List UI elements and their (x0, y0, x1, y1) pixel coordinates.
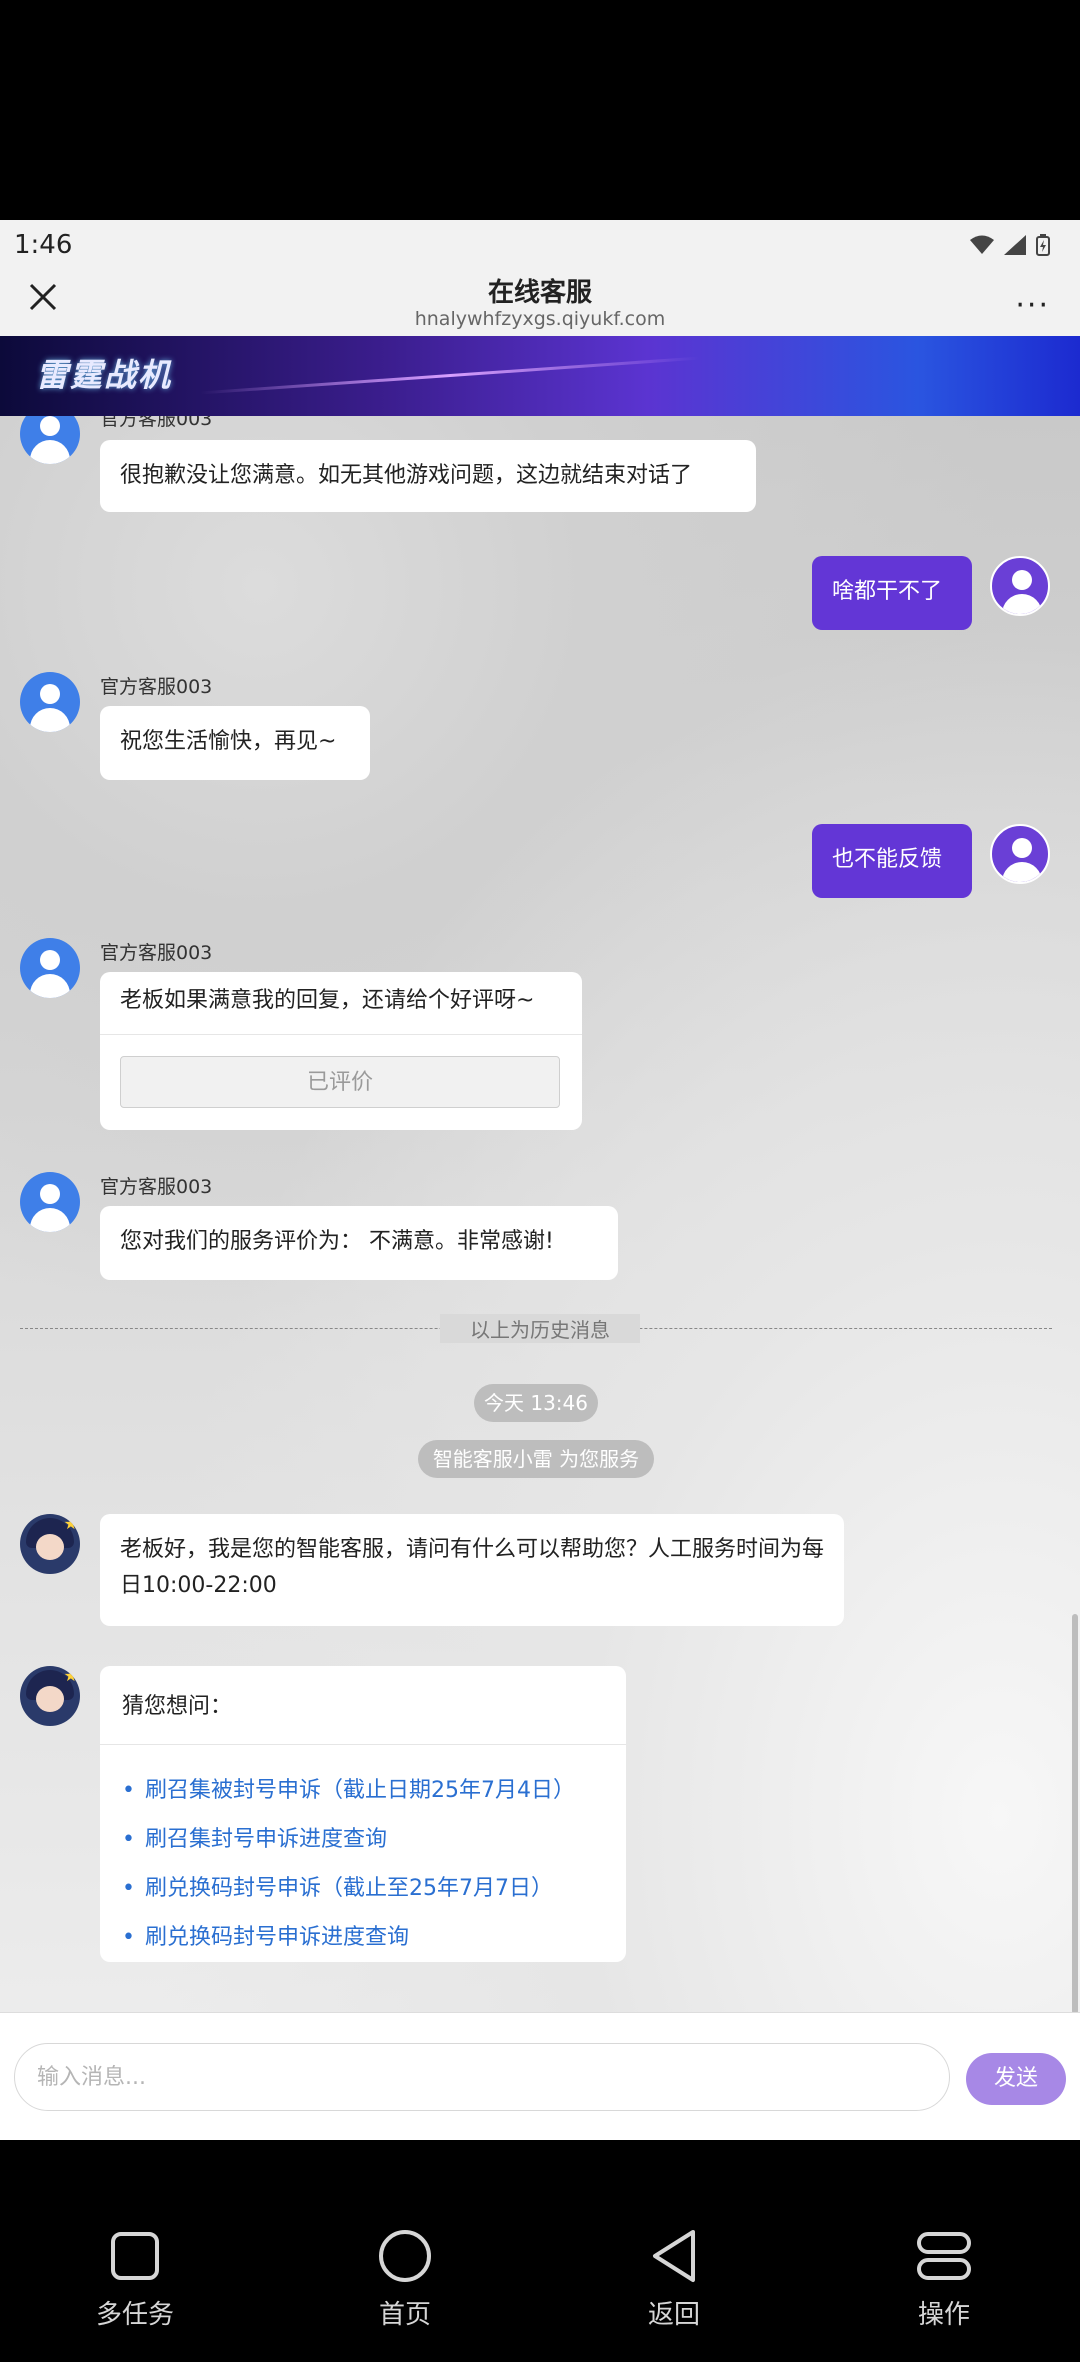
battery-icon (1036, 234, 1050, 256)
agent-avatar (20, 938, 80, 998)
bot-avatar: ★ (20, 1514, 80, 1574)
user-message-bubble: 啥都干不了 (812, 556, 972, 630)
operations-button[interactable]: 操作 (864, 2226, 1024, 2331)
system-nav-bar: 多任务 首页 返回 操作 (0, 2140, 1080, 2362)
banner-light-streak (200, 356, 700, 395)
bot-avatar: ★ (20, 1666, 80, 1726)
suggestion-title: 猜您想问： (122, 1694, 233, 1719)
suggestion-list: 刷召集被封号申诉（截止日期25年7月4日） 刷召集封号申诉进度查询 刷兑换码封号… (122, 1766, 575, 1962)
title-bar: 在线客服 hnalywhfzyxgs.qiyukf.com ··· (0, 278, 1080, 336)
sender-name: 官方客服003 (100, 676, 213, 698)
sender-name: 官方客服003 (100, 942, 213, 964)
suggestion-link[interactable]: 刷兑换码封号申诉（截止至25年7月7日） (122, 1864, 575, 1913)
page-title: 在线客服 (487, 278, 592, 308)
send-button[interactable]: 发送 (966, 2053, 1066, 2105)
user-avatar (990, 824, 1050, 884)
operations-label: 操作 (917, 2300, 970, 2330)
card-divider (100, 1744, 626, 1745)
page-url: hnalywhfzyxgs.qiyukf.com (414, 308, 666, 330)
multitask-label: 多任务 (95, 2300, 174, 2330)
agent-avatar (20, 416, 80, 464)
agent-avatar (20, 1172, 80, 1232)
agent-message-bubble: 祝您生活愉快，再见~ (100, 706, 370, 780)
bot-greeting-bubble: 老板好，我是您的智能客服，请问有什么可以帮助您？人工服务时间为每日10:00-2… (100, 1514, 844, 1626)
timestamp-pill: 今天 13:46 (474, 1384, 598, 1422)
home-label: 首页 (378, 2300, 431, 2330)
chat-scrollbar[interactable] (1072, 1614, 1078, 2012)
home-button[interactable]: 首页 (325, 2226, 485, 2331)
suggestion-link[interactable]: 刷召集被封号申诉（截止日期25年7月4日） (122, 1766, 575, 1815)
toggle-icon (917, 2232, 971, 2280)
rating-question: 老板如果满意我的回复，还请给个好评呀~ (120, 988, 535, 1013)
multitask-button[interactable]: 多任务 (55, 2226, 215, 2331)
suggestion-link[interactable]: 刷召集封号申诉进度查询 (122, 1815, 575, 1864)
suggestion-card: 猜您想问： 刷召集被封号申诉（截止日期25年7月4日） 刷召集封号申诉进度查询 … (100, 1666, 626, 1962)
game-banner: 雷霆战机 (0, 336, 1080, 416)
history-divider-label: 以上为历史消息 (440, 1314, 640, 1343)
user-message-bubble: 也不能反馈 (812, 824, 972, 898)
signal-icon (1004, 235, 1026, 255)
more-menu-icon[interactable]: ··· (1015, 288, 1050, 323)
back-button[interactable]: 返回 (594, 2226, 754, 2331)
status-time: 1:46 (14, 230, 73, 260)
banner-logo: 雷霆战机 (36, 356, 173, 394)
chat-area[interactable]: 官方客服003 很抱歉没让您满意。如无其他游戏问题，这边就结束对话了 啥都干不了… (0, 416, 1080, 2012)
wifi-icon (970, 235, 994, 254)
top-black-area (0, 0, 1080, 220)
status-icons (970, 234, 1050, 256)
circle-icon (379, 2230, 431, 2282)
rating-card: 老板如果满意我的回复，还请给个好评呀~ 已评价 (100, 972, 582, 1130)
service-pill: 智能客服小雷 为您服务 (418, 1440, 654, 1478)
square-icon (111, 2232, 159, 2280)
card-divider (100, 1034, 582, 1035)
back-triangle-icon (653, 2230, 695, 2282)
user-avatar (990, 556, 1050, 616)
agent-avatar (20, 672, 80, 732)
back-label: 返回 (647, 2300, 700, 2330)
message-input[interactable]: 输入消息... (14, 2043, 950, 2111)
suggestion-link[interactable]: 刷兑换码封号申诉进度查询 (122, 1913, 575, 1962)
sender-name: 官方客服003 (100, 1176, 213, 1198)
agent-message-bubble: 您对我们的服务评价为： 不满意。非常感谢! (100, 1206, 618, 1280)
rated-button[interactable]: 已评价 (120, 1056, 560, 1108)
sender-name: 官方客服003 (100, 416, 213, 430)
status-bar: 1:46 (0, 220, 1080, 280)
input-bar: 输入消息... 发送 (0, 2012, 1080, 2141)
agent-message-bubble: 很抱歉没让您满意。如无其他游戏问题，这边就结束对话了 (100, 440, 756, 512)
